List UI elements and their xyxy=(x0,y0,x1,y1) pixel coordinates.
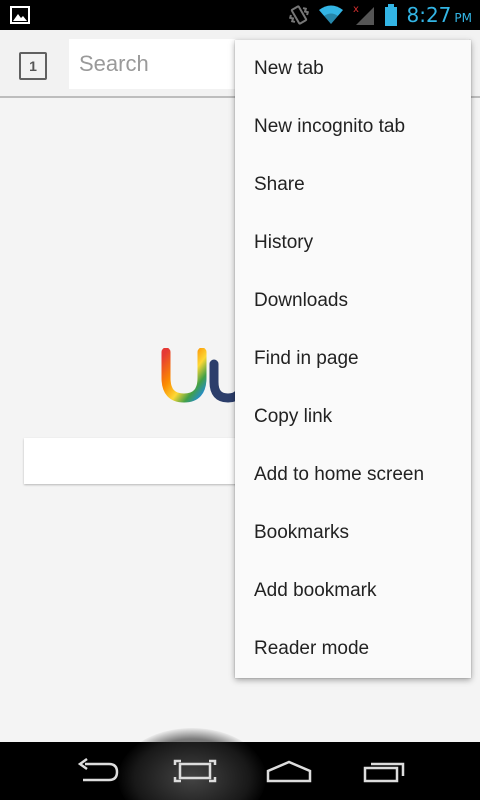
signal-icon: x xyxy=(353,4,375,25)
svg-text:x: x xyxy=(353,4,359,15)
menu-item-downloads[interactable]: Downloads xyxy=(235,272,471,330)
menu-item-history[interactable]: History xyxy=(235,214,471,272)
recents-button[interactable] xyxy=(358,742,412,800)
vibrate-icon xyxy=(289,5,310,25)
menu-item-find-in-page[interactable]: Find in page xyxy=(235,330,471,388)
tab-switcher-button[interactable]: 1 xyxy=(19,52,47,80)
menu-item-copy-link[interactable]: Copy link xyxy=(235,388,471,446)
menu-item-new-incognito-tab[interactable]: New incognito tab xyxy=(235,98,471,156)
screenshot-icon xyxy=(173,759,217,783)
menu-item-add-to-home-screen[interactable]: Add to home screen xyxy=(235,446,471,504)
menu-item-new-tab[interactable]: New tab xyxy=(235,40,471,98)
overflow-menu: New tab New incognito tab Share History … xyxy=(235,40,471,678)
tab-count: 1 xyxy=(29,58,37,74)
menu-item-add-bookmark[interactable]: Add bookmark xyxy=(235,562,471,620)
status-bar: x 8:27 PM xyxy=(0,0,480,30)
menu-item-share[interactable]: Share xyxy=(235,156,471,214)
screenshot-button[interactable] xyxy=(168,742,222,800)
battery-icon xyxy=(385,4,398,26)
wifi-icon xyxy=(319,5,344,24)
gallery-notification-icon xyxy=(10,6,30,24)
recents-icon xyxy=(363,762,405,783)
back-icon xyxy=(77,758,119,782)
home-icon xyxy=(266,760,312,783)
menu-item-bookmarks[interactable]: Bookmarks xyxy=(235,504,471,562)
menu-item-reader-mode[interactable]: Reader mode xyxy=(235,620,471,678)
clock-ampm: PM xyxy=(454,11,472,25)
clock-time: 8:27 xyxy=(406,3,452,27)
home-button[interactable] xyxy=(262,742,316,800)
clock: 8:27 PM xyxy=(406,3,472,27)
back-button[interactable] xyxy=(70,742,124,800)
navigation-bar xyxy=(0,728,480,800)
